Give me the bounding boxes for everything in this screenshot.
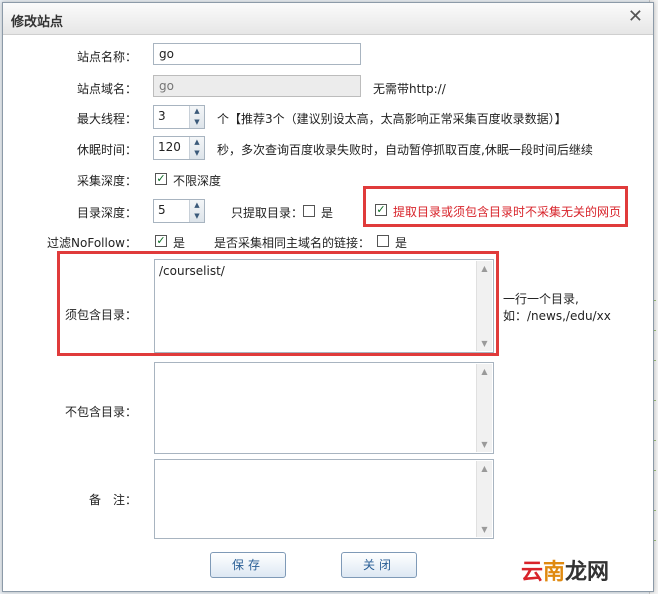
sleep-time-label: 休眠时间： xyxy=(76,143,137,157)
scroll-down-icon[interactable]: ▼ xyxy=(477,522,492,537)
filter-nofollow-label: 过滤NoFollow： xyxy=(47,236,137,250)
dir-depth-label: 目录深度： xyxy=(76,206,137,220)
dir-depth-value: 5 xyxy=(158,203,166,217)
unlimited-depth-checkbox[interactable]: ✓ xyxy=(155,173,167,185)
max-threads-spinner[interactable]: 3 ▲ ▼ xyxy=(153,105,205,129)
must-include-hint-line1: 一行一个目录, xyxy=(503,292,579,306)
remark-label: 备 注： xyxy=(88,493,137,507)
spin-down-icon[interactable]: ▼ xyxy=(190,148,204,159)
must-include-hint-line2: 如：/news,/edu/xx xyxy=(503,309,611,323)
close-icon[interactable]: ✕ xyxy=(628,8,643,26)
only-dirs-label: 只提取目录： xyxy=(231,206,304,220)
remark-textarea[interactable]: ▲ ▼ xyxy=(154,459,494,539)
must-include-value: /courselist/ xyxy=(159,264,225,278)
dialog-titlebar: 修改站点 ✕ xyxy=(3,3,653,35)
site-domain-label: 站点域名： xyxy=(76,82,137,96)
dialog-title: 修改站点 xyxy=(11,15,64,30)
scrollbar[interactable]: ▲ ▼ xyxy=(476,461,492,537)
not-include-textarea[interactable]: ▲ ▼ xyxy=(154,362,494,454)
exclude-unrelated-checkbox[interactable]: ✓ xyxy=(375,204,387,216)
sleep-time-value: 120 xyxy=(158,140,181,154)
scroll-up-icon[interactable]: ▲ xyxy=(477,364,492,379)
crawl-depth-label: 采集深度： xyxy=(76,174,137,188)
same-domain-label: 是否采集相同主域名的链接： xyxy=(214,236,371,250)
scroll-down-icon[interactable]: ▼ xyxy=(477,437,492,452)
exclude-unrelated-label: 提取目录或须包含目录时不采集无关的网页 xyxy=(393,205,622,219)
spin-up-icon[interactable]: ▲ xyxy=(190,106,204,117)
save-button[interactable]: 保存 xyxy=(210,552,286,578)
not-include-label: 不包含目录： xyxy=(64,405,137,419)
must-include-textarea[interactable]: /courselist/ ▲ ▼ xyxy=(154,259,494,353)
unlimited-depth-label: 不限深度 xyxy=(173,174,222,188)
filter-nofollow-yes-label: 是 xyxy=(173,236,186,250)
scrollbar[interactable]: ▲ ▼ xyxy=(476,261,492,351)
filter-nofollow-checkbox[interactable]: ✓ xyxy=(155,235,167,247)
site-domain-hint: 无需带http:// xyxy=(373,82,446,96)
sleep-time-hint: 秒，多次查询百度收录失败时，自动暂停抓取百度,休眠一段时间后继续 xyxy=(217,143,593,157)
must-include-label: 须包含目录： xyxy=(64,308,137,322)
spin-up-icon[interactable]: ▲ xyxy=(190,137,204,148)
scrollbar[interactable]: ▲ ▼ xyxy=(476,364,492,452)
site-name-input[interactable] xyxy=(153,43,361,65)
close-button[interactable]: 关闭 xyxy=(341,552,417,578)
spin-down-icon[interactable]: ▼ xyxy=(190,211,204,222)
same-domain-yes-label: 是 xyxy=(395,236,408,250)
scroll-up-icon[interactable]: ▲ xyxy=(477,461,492,476)
same-domain-checkbox[interactable] xyxy=(377,235,389,247)
watermark-logo: 云南龙网 xyxy=(521,560,610,585)
sleep-time-spinner[interactable]: 120 ▲ ▼ xyxy=(153,136,205,160)
max-threads-hint: 个【推荐3个（建议别设太高，太高影响正常采集百度收录数据）】 xyxy=(217,112,567,126)
max-threads-value: 3 xyxy=(158,109,166,123)
dir-depth-spinner[interactable]: 5 ▲ ▼ xyxy=(153,199,205,223)
only-dirs-yes-label: 是 xyxy=(321,206,334,220)
scroll-down-icon[interactable]: ▼ xyxy=(477,336,492,351)
only-dirs-checkbox[interactable] xyxy=(303,205,315,217)
spin-up-icon[interactable]: ▲ xyxy=(190,200,204,211)
site-name-label: 站点名称： xyxy=(76,50,137,64)
edit-site-dialog: 修改站点 ✕ 站点名称： 站点域名： 无需带http:// 最大线程： 3 ▲▼… xyxy=(2,2,654,592)
scroll-up-icon[interactable]: ▲ xyxy=(477,261,492,276)
max-threads-label: 最大线程： xyxy=(76,112,137,126)
site-domain-input xyxy=(153,75,361,97)
spin-down-icon[interactable]: ▼ xyxy=(190,117,204,128)
